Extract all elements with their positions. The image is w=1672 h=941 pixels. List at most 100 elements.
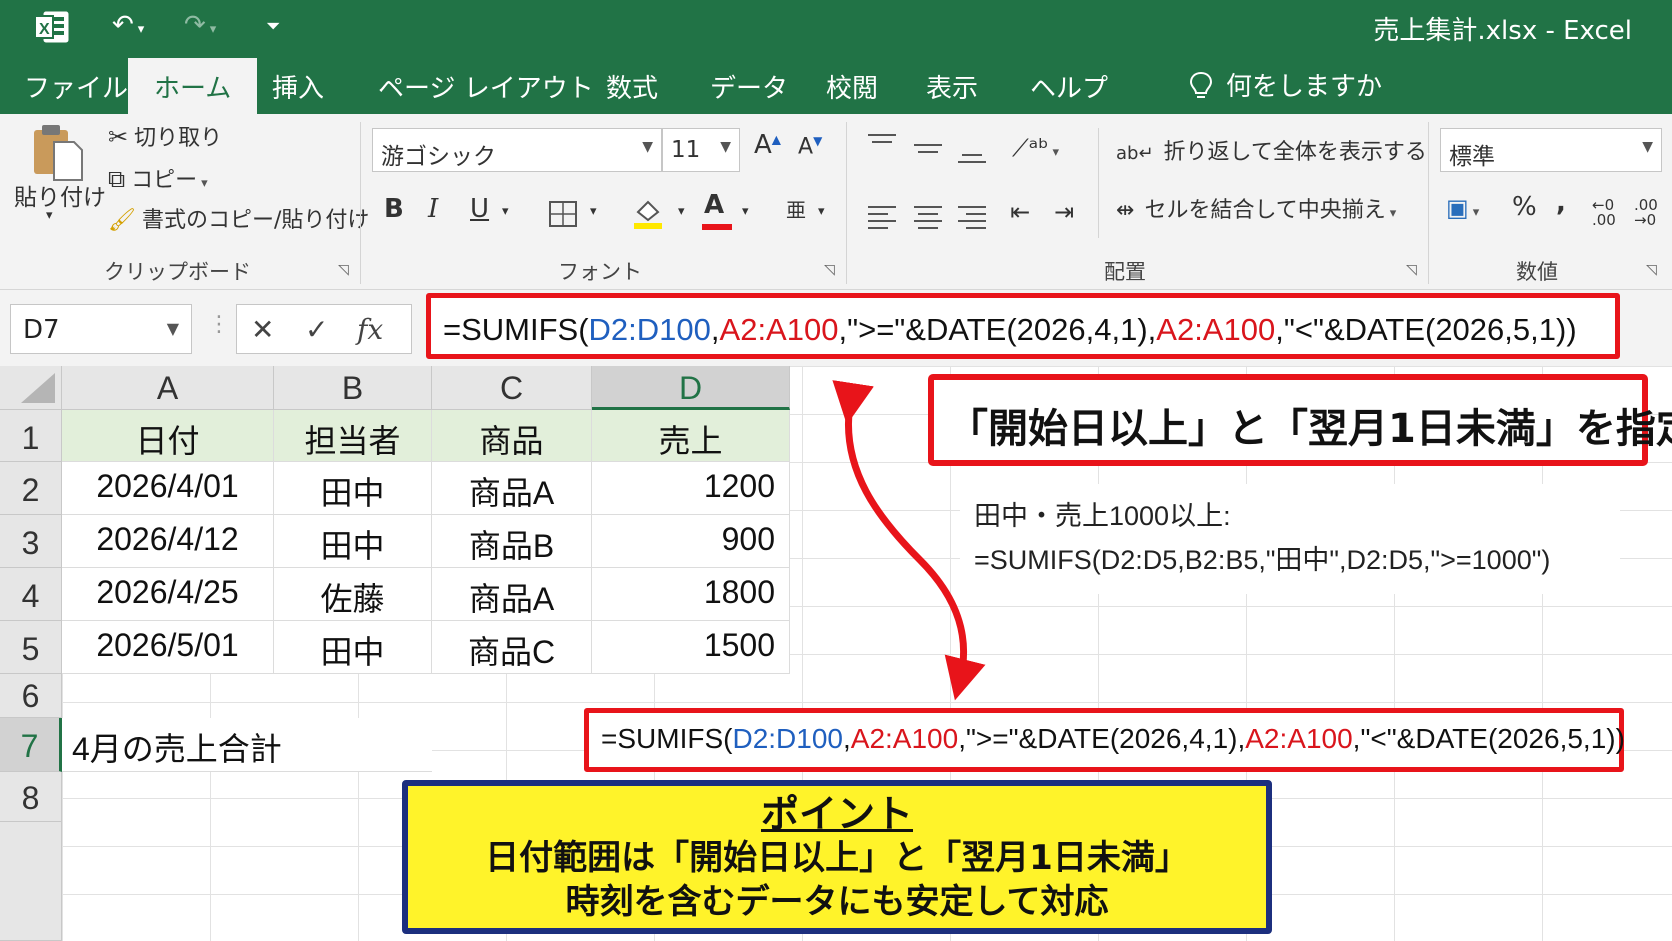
cell-a7[interactable]: 4月の売上合計: [62, 718, 432, 772]
borders-icon[interactable]: [548, 200, 578, 228]
wrap-text-button[interactable]: ab↵ 折り返して全体を表示する: [1116, 134, 1427, 166]
tab-file[interactable]: ファイル: [24, 68, 128, 105]
paste-dropdown-icon[interactable]: ▾: [46, 208, 53, 223]
fill-color-icon[interactable]: [632, 196, 664, 230]
shrink-font-button[interactable]: A▼: [798, 134, 822, 159]
font-color-button[interactable]: A: [704, 190, 724, 220]
name-box[interactable]: D7 ▼: [10, 304, 192, 354]
cell-d2[interactable]: 1200: [592, 462, 790, 515]
cell-b4[interactable]: 佐藤: [274, 568, 432, 621]
row-header-4[interactable]: 4: [0, 568, 62, 621]
format-painter-button[interactable]: 🖌 書式のコピー/貼り付け: [108, 202, 369, 234]
increase-indent-icon[interactable]: ⇥: [1054, 198, 1074, 226]
phonetic-dropdown-icon[interactable]: ▾: [818, 204, 825, 219]
cell-b1[interactable]: 担当者: [274, 410, 432, 462]
tab-page-layout[interactable]: ページ レイアウト: [378, 68, 594, 105]
column-header-c[interactable]: C: [432, 366, 592, 410]
underline-dropdown-icon[interactable]: ▾: [502, 204, 509, 219]
cell-b2[interactable]: 田中: [274, 462, 432, 515]
comma-style-button[interactable]: ,: [1556, 188, 1566, 218]
undo-icon[interactable]: ↶ ▾: [112, 10, 144, 40]
cell-c2[interactable]: 商品A: [432, 462, 592, 515]
row-header-7[interactable]: 7: [0, 718, 62, 772]
font-size-select[interactable]: 11 ▼: [662, 128, 740, 172]
tab-help[interactable]: ヘルプ: [1030, 68, 1108, 105]
tab-data[interactable]: データ: [710, 68, 788, 105]
bold-button[interactable]: B: [384, 194, 404, 224]
underline-button[interactable]: U: [470, 194, 489, 224]
cell-d1[interactable]: 売上: [592, 410, 790, 462]
row-header-1[interactable]: 1: [0, 410, 62, 462]
align-left-icon[interactable]: [868, 206, 896, 234]
dialog-launcher-icon[interactable]: ◹: [1646, 262, 1657, 278]
cut-button[interactable]: ✂ 切り取り: [108, 120, 222, 152]
decrease-indent-icon[interactable]: ⇤: [1010, 198, 1030, 226]
select-all-button[interactable]: [0, 366, 62, 410]
align-middle-icon[interactable]: [914, 144, 942, 158]
orientation-icon[interactable]: ⟋ᵃᵇ ▾: [1012, 134, 1059, 162]
italic-button[interactable]: I: [428, 194, 438, 224]
tab-view[interactable]: 表示: [926, 68, 978, 105]
accounting-format-icon[interactable]: ▣ ▾: [1446, 194, 1479, 222]
borders-dropdown-icon[interactable]: ▾: [590, 204, 597, 219]
cell-a4[interactable]: 2026/4/25: [62, 568, 274, 621]
tab-review[interactable]: 校閲: [826, 68, 878, 105]
percent-style-button[interactable]: %: [1512, 192, 1537, 222]
paste-button[interactable]: 貼り付け: [14, 178, 106, 212]
column-header-b[interactable]: B: [274, 366, 432, 410]
dialog-launcher-icon[interactable]: ◹: [338, 262, 349, 278]
row-header-5[interactable]: 5: [0, 621, 62, 674]
cell-d4[interactable]: 1800: [592, 568, 790, 621]
confirm-entry-button[interactable]: ✓: [305, 313, 328, 346]
row-header-8[interactable]: 8: [0, 772, 62, 822]
cell-d7-formula[interactable]: =SUMIFS(D2:D100,A2:A100,">="&DATE(2026,4…: [584, 708, 1625, 772]
cancel-entry-button[interactable]: ✕: [251, 313, 274, 346]
font-family-select[interactable]: 游ゴシック ▼: [372, 128, 662, 172]
align-center-icon[interactable]: [914, 206, 942, 234]
merge-dropdown-icon[interactable]: ▾: [1390, 206, 1397, 221]
dialog-launcher-icon[interactable]: ◹: [824, 262, 835, 278]
cell-c3[interactable]: 商品B: [432, 515, 592, 568]
cell-d3[interactable]: 900: [592, 515, 790, 568]
column-header-a[interactable]: A: [62, 366, 274, 410]
align-bottom-icon[interactable]: [958, 154, 986, 168]
fill-color-dropdown-icon[interactable]: ▾: [678, 204, 685, 219]
align-top-icon[interactable]: [868, 134, 896, 148]
excel-logo-icon[interactable]: X: [34, 10, 70, 44]
grow-font-button[interactable]: A▲: [754, 130, 781, 160]
cell-a5[interactable]: 2026/5/01: [62, 621, 274, 674]
column-header-d[interactable]: D: [592, 366, 790, 410]
cell-a3[interactable]: 2026/4/12: [62, 515, 274, 568]
cell-c4[interactable]: 商品A: [432, 568, 592, 621]
decrease-decimal-icon[interactable]: .00 →0: [1634, 198, 1658, 228]
number-format-select[interactable]: 標準 ▼: [1440, 128, 1662, 172]
increase-decimal-icon[interactable]: ←0.00: [1592, 198, 1616, 228]
redo-icon[interactable]: ↷ ▾: [184, 10, 216, 40]
tab-formulas[interactable]: 数式: [606, 68, 658, 105]
dialog-launcher-icon[interactable]: ◹: [1406, 262, 1417, 278]
cell-d5[interactable]: 1500: [592, 621, 790, 674]
cell-c5[interactable]: 商品C: [432, 621, 592, 674]
cell-a2[interactable]: 2026/4/01: [62, 462, 274, 515]
tell-me-search[interactable]: 何をしますか: [1188, 66, 1382, 103]
phonetic-guide-button[interactable]: 亜: [786, 194, 806, 223]
tab-home[interactable]: ホーム: [128, 58, 258, 114]
tab-insert[interactable]: 挿入: [272, 68, 324, 105]
cell-c1[interactable]: 商品: [432, 410, 592, 462]
align-right-icon[interactable]: [958, 206, 986, 234]
insert-function-button[interactable]: fx: [357, 313, 383, 346]
merge-center-button[interactable]: ⇹ セルを結合して中央揃え ▾: [1116, 192, 1396, 224]
paste-icon[interactable]: [30, 122, 86, 182]
resize-grip-icon[interactable]: ⋮: [208, 312, 230, 337]
customize-quick-access-icon[interactable]: ⏷: [266, 16, 280, 37]
formula-input[interactable]: =SUMIFS(D2:D100,A2:A100,">="&DATE(2026,4…: [426, 293, 1620, 359]
cell-b3[interactable]: 田中: [274, 515, 432, 568]
row-header-2[interactable]: 2: [0, 462, 62, 515]
font-color-dropdown-icon[interactable]: ▾: [742, 204, 749, 219]
cell-b5[interactable]: 田中: [274, 621, 432, 674]
cell-a1[interactable]: 日付: [62, 410, 274, 462]
copy-button[interactable]: ⧉ コピー ▾: [108, 162, 208, 194]
row-header-6[interactable]: 6: [0, 674, 62, 718]
row-header-3[interactable]: 3: [0, 515, 62, 568]
copy-dropdown-icon[interactable]: ▾: [201, 176, 208, 191]
